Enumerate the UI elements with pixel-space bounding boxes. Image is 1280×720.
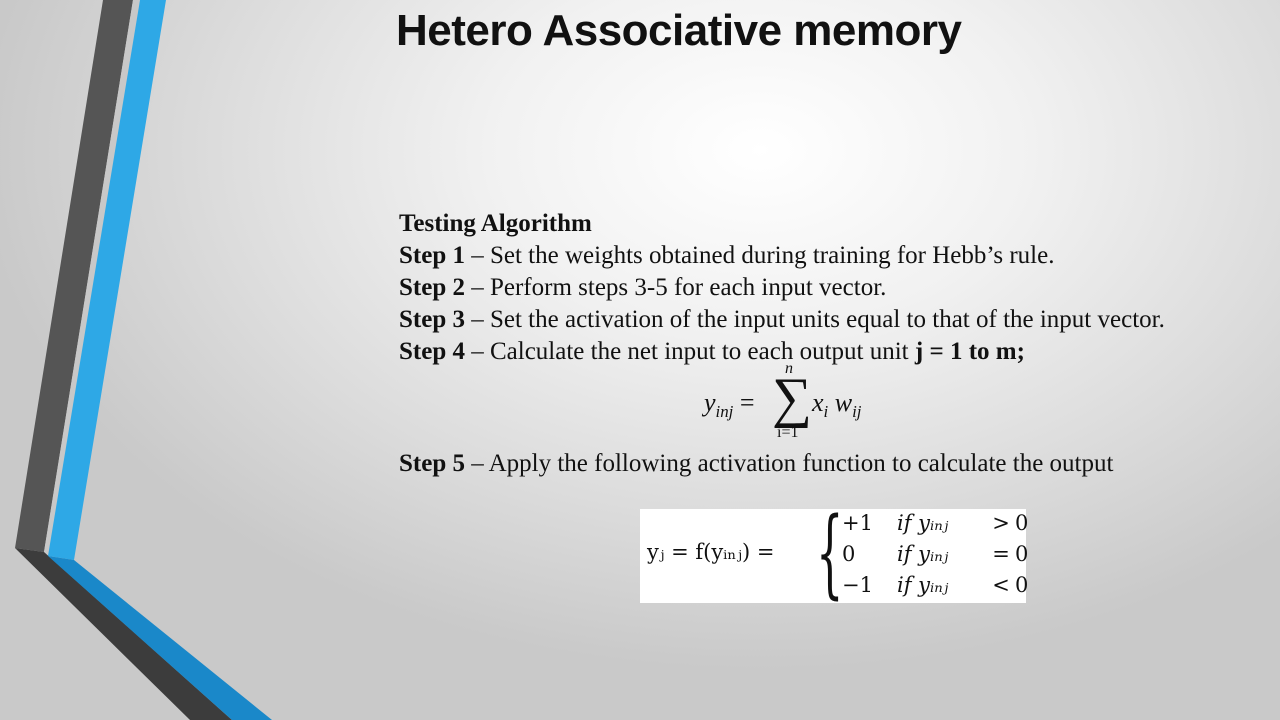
step-text: – Apply the following activation functio… [464, 450, 1114, 477]
step-text: – Calculate the net input to each output… [464, 338, 915, 365]
section-heading: Testing Algorithm [399, 210, 592, 237]
step-3: Step 3 – Set the activation of the input… [399, 304, 1269, 336]
net-input-equation: yinj = n ∑ i=1 xi wij [399, 360, 1269, 448]
case-row: 0 if yᵢₙⱼ = 0 [842, 542, 1029, 566]
sum-lower-limit: i=1 [777, 424, 799, 441]
step-label: Step 4 [399, 338, 465, 365]
decorative-stripes [15, 0, 272, 720]
step-4: Step 4 – Calculate the net input to each… [399, 336, 1269, 368]
slide-title: Hetero Associative memory [396, 6, 962, 55]
step-bold-tail: j = 1 to m; [914, 338, 1025, 365]
case-row: +1 if yᵢₙⱼ >0 [842, 511, 1029, 535]
step-text: – Set the activation of the input units … [464, 306, 1165, 333]
step-5: Step 5 – Apply the following activation … [399, 448, 1269, 480]
summation-symbol: ∑ [772, 367, 812, 429]
slide-body: Testing Algorithm Step 1 – Set the weigh… [399, 208, 1269, 480]
step-2: Step 2 – Perform steps 3-5 for each inpu… [399, 272, 1269, 304]
piecewise-brace: { [816, 497, 844, 609]
step-1: Step 1 – Set the weights obtained during… [399, 240, 1269, 272]
case-row: −1 if yᵢₙⱼ <0 [842, 573, 1029, 597]
activation-function-image: yⱼ = f(yᵢₙⱼ) = { +1 if yᵢₙⱼ >0 0 if yᵢₙⱼ = 0 … [640, 505, 1029, 603]
step-text: – Set the weights obtained during traini… [464, 242, 1055, 269]
blue-stripe-lower [48, 556, 272, 720]
step-label: Step 5 [399, 450, 465, 477]
equation-lhs: yinj = [704, 388, 755, 422]
activation-lhs: yⱼ = f(yᵢₙⱼ) = [647, 540, 775, 564]
dark-stripe-lower [15, 548, 232, 720]
step-label: Step 1 [399, 242, 465, 269]
equation-rhs: xi wij [812, 388, 862, 422]
step-label: Step 2 [399, 274, 465, 301]
step-text: – Perform steps 3-5 for each input vecto… [464, 274, 887, 301]
step-label: Step 3 [399, 306, 465, 333]
